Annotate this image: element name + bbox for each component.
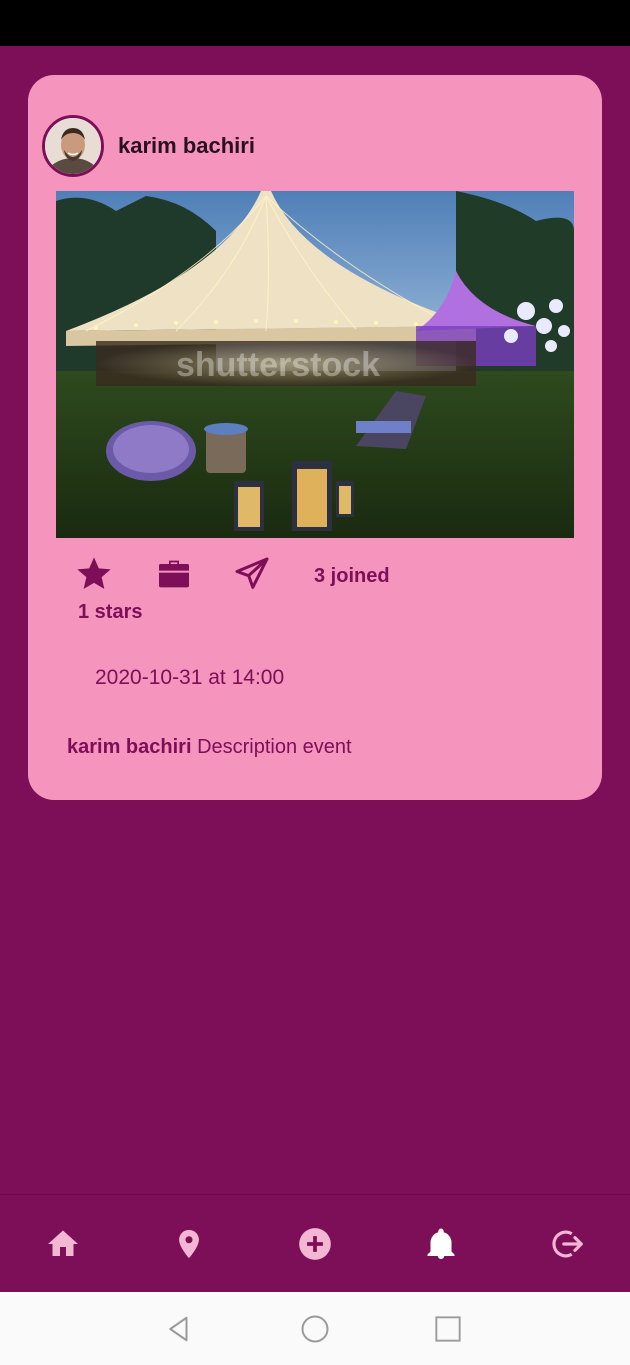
description-author[interactable]: karim bachiri <box>67 736 192 758</box>
nav-home[interactable] <box>43 1224 83 1264</box>
avatar[interactable] <box>42 115 104 177</box>
star-button[interactable] <box>72 552 116 596</box>
description-text: Description event <box>197 736 352 758</box>
bell-icon <box>427 1228 455 1259</box>
home-circle-icon <box>301 1315 329 1343</box>
send-icon <box>235 557 269 589</box>
photo-watermark: shutterstock <box>176 346 380 384</box>
feed: karim bachiri shutterstock 3 joined 1 st… <box>0 46 630 1194</box>
event-photo[interactable]: shutterstock <box>56 191 574 538</box>
system-nav-bar <box>0 1292 630 1365</box>
bottom-nav <box>0 1194 630 1292</box>
nav-location[interactable] <box>169 1224 209 1264</box>
logout-icon <box>552 1230 583 1258</box>
nav-add[interactable] <box>295 1224 335 1264</box>
author-name[interactable]: karim bachiri <box>118 133 255 159</box>
event-datetime: 2020-10-31 at 14:00 <box>95 666 285 689</box>
recents-square-icon <box>435 1316 461 1342</box>
nav-logout[interactable] <box>547 1224 587 1264</box>
briefcase-icon <box>159 560 189 588</box>
system-back-button[interactable] <box>163 1313 195 1345</box>
back-triangle-icon <box>169 1316 188 1342</box>
home-icon <box>48 1230 78 1256</box>
add-circle-icon <box>299 1228 331 1260</box>
join-button[interactable] <box>152 552 196 596</box>
post-description: karim bachiri Description event <box>67 736 352 759</box>
post-header: karim bachiri <box>42 115 255 177</box>
star-icon <box>77 557 111 589</box>
nav-notifications[interactable] <box>421 1224 461 1264</box>
joined-count: 3 joined <box>314 565 390 587</box>
share-button[interactable] <box>230 552 274 596</box>
system-recents-button[interactable] <box>432 1313 464 1345</box>
system-home-button[interactable] <box>299 1313 331 1345</box>
stars-count: 1 stars <box>78 601 143 623</box>
status-bar <box>0 0 630 46</box>
event-post-card[interactable]: karim bachiri shutterstock 3 joined 1 st… <box>28 75 602 800</box>
location-pin-icon <box>179 1229 199 1259</box>
